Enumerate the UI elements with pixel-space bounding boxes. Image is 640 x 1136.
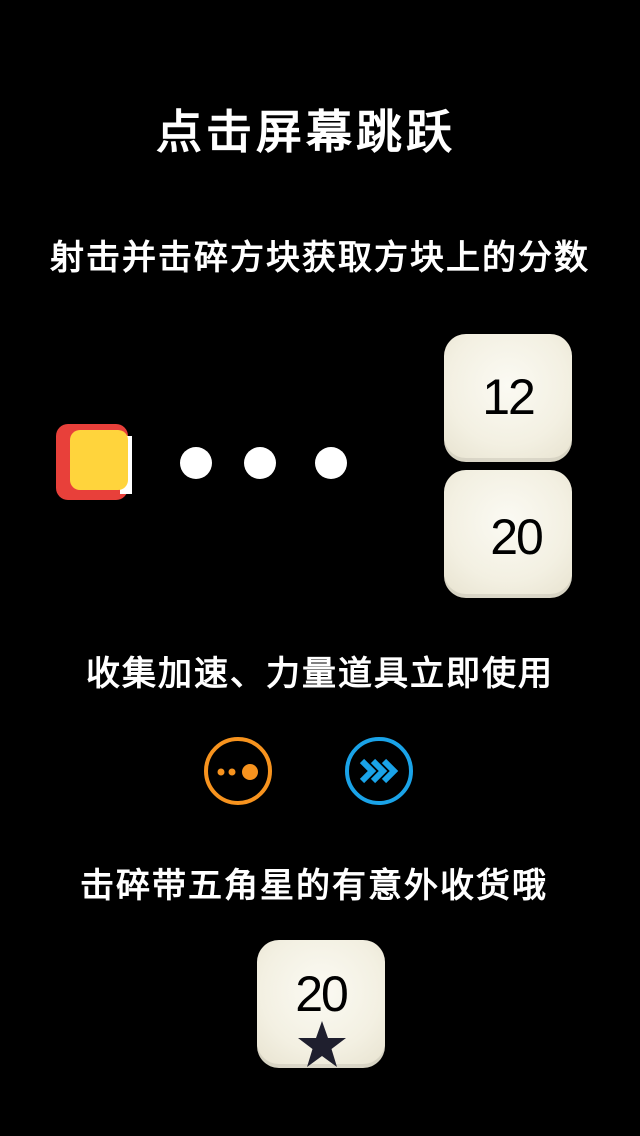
shoot-hint-text: 射击并击碎方块获取方块上的分数 xyxy=(50,238,590,278)
bullet-dot xyxy=(315,447,347,479)
bullet-dot xyxy=(244,447,276,479)
star-icon xyxy=(298,1021,346,1067)
player-block xyxy=(56,424,140,500)
score-block: 12 xyxy=(444,334,572,462)
fast-forward-icon xyxy=(345,737,413,805)
player-front-face xyxy=(70,430,128,490)
bullet-dot xyxy=(180,447,212,479)
power-dots-icon xyxy=(204,737,272,805)
score-block-value: 20 xyxy=(295,966,349,1022)
star-score-block: 20 xyxy=(257,940,385,1068)
powerup-hint-text: 收集加速、力量道具立即使用 xyxy=(86,654,554,694)
score-block: 20 xyxy=(444,470,572,598)
tutorial-title: 点击屏幕跳跃 xyxy=(156,105,456,159)
score-block-value: 20 xyxy=(490,509,544,565)
score-block-value: 12 xyxy=(482,369,536,425)
star-hint-text: 击碎带五角星的有意外收货哦 xyxy=(80,866,548,906)
